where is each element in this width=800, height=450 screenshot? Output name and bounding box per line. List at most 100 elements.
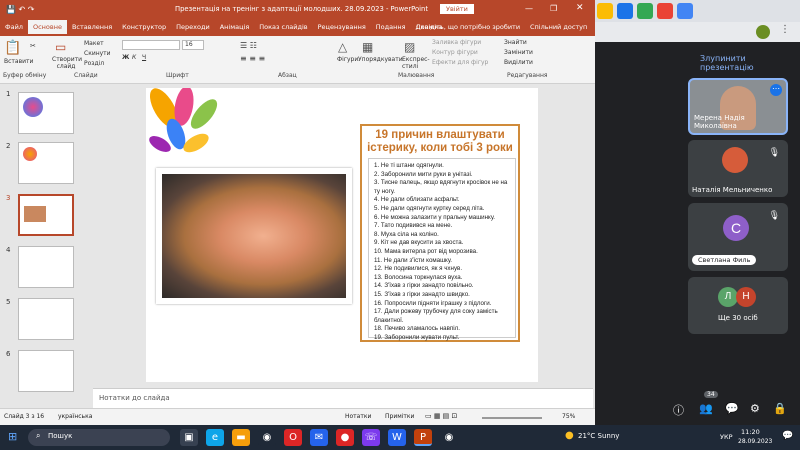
replace-button[interactable]: Замінити bbox=[504, 49, 533, 56]
bold-button[interactable]: Ж bbox=[122, 54, 129, 61]
powerpoint-icon[interactable]: P bbox=[414, 429, 432, 446]
tab-slideshow[interactable]: Показ слайдів bbox=[254, 20, 312, 34]
slide-thumbnail[interactable] bbox=[18, 246, 74, 288]
lock-icon[interactable]: 🔒 bbox=[773, 402, 787, 415]
slide-thumbnail[interactable] bbox=[18, 92, 74, 134]
edge-icon[interactable]: e bbox=[206, 429, 224, 446]
people-icon[interactable]: 👥 bbox=[699, 402, 713, 415]
reasons-textbox[interactable]: 19 причин влаштувати істерику, коли тобі… bbox=[360, 124, 520, 342]
keyboard-language[interactable]: УКР bbox=[720, 433, 733, 441]
tab-favicon-icon[interactable] bbox=[597, 3, 613, 19]
more-options-icon[interactable]: ⋯ bbox=[770, 84, 782, 96]
find-button[interactable]: Знайти bbox=[504, 39, 527, 46]
browser-toolbar: ⋮ bbox=[595, 22, 800, 42]
slide-thumbnail[interactable] bbox=[18, 298, 74, 340]
mail-icon[interactable]: ✉ bbox=[310, 429, 328, 446]
tab-home[interactable]: Основне bbox=[27, 20, 67, 34]
clock-time[interactable]: 11:20 bbox=[741, 428, 760, 436]
chrome-icon[interactable]: ◉ bbox=[440, 429, 458, 446]
word-icon[interactable]: W bbox=[388, 429, 406, 446]
slide-thumbnail[interactable] bbox=[18, 350, 74, 392]
arrange-button[interactable]: Упорядкувати bbox=[358, 56, 403, 63]
tab-design[interactable]: Конструктор bbox=[117, 20, 171, 34]
more-participants-tile[interactable]: Л Н Ще 30 осіб bbox=[688, 277, 788, 334]
clock-date[interactable]: 28.09.2023 bbox=[738, 438, 772, 445]
new-slide-button[interactable]: Створити слайд bbox=[52, 56, 82, 70]
viber-icon[interactable]: ☏ bbox=[362, 429, 380, 446]
tab-favicon-icon[interactable] bbox=[657, 3, 673, 19]
weather-text[interactable]: 21°C Sunny bbox=[578, 432, 619, 440]
minimize-icon[interactable]: — bbox=[525, 4, 533, 13]
zoom-slider[interactable] bbox=[482, 417, 542, 419]
language-indicator[interactable]: українська bbox=[58, 413, 92, 420]
participant-tile-3[interactable]: С 🎙 Светлана Филь bbox=[688, 203, 788, 271]
tab-file[interactable]: Файл bbox=[0, 20, 28, 34]
tab-favicon-icon[interactable] bbox=[637, 3, 653, 19]
shape-outline-button[interactable]: Контур фігури bbox=[432, 49, 478, 56]
underline-button[interactable]: Ч bbox=[142, 54, 146, 61]
mic-off-icon: 🎙 bbox=[768, 211, 780, 221]
shapes-icon[interactable]: △ bbox=[338, 40, 347, 54]
notes-pane[interactable]: Нотатки до слайда bbox=[93, 388, 593, 408]
shape-fill-button[interactable]: Заливка фігури bbox=[432, 39, 481, 46]
participant-tile-2[interactable]: 🎙 Наталія Мельниченко bbox=[688, 140, 788, 197]
close-icon[interactable]: ✕ bbox=[576, 3, 584, 13]
font-size-input[interactable]: 16 bbox=[182, 40, 204, 50]
quick-styles-button[interactable]: Експрес-стилі bbox=[402, 56, 432, 70]
reset-button[interactable]: Скинути bbox=[84, 50, 111, 57]
notifications-icon[interactable]: 💬 bbox=[782, 431, 793, 441]
quick-styles-icon[interactable]: ▨ bbox=[404, 40, 415, 54]
explorer-icon[interactable]: ▬ bbox=[232, 429, 250, 446]
tab-review[interactable]: Рецензування bbox=[313, 20, 371, 34]
tell-me-input[interactable]: Скажіть, що потрібно зробити bbox=[416, 23, 520, 31]
section-button[interactable]: Розділ bbox=[84, 60, 104, 67]
maximize-icon[interactable]: ❐ bbox=[550, 4, 557, 13]
share-button[interactable]: Спільний доступ bbox=[530, 23, 587, 31]
signin-button[interactable]: Увійти bbox=[440, 4, 474, 14]
opera-icon[interactable]: O bbox=[284, 429, 302, 446]
stop-presenting-link[interactable]: Злупинити презентацію bbox=[700, 54, 800, 72]
participant-tile-1[interactable]: ⋯ Мерена Надія Миколаївна bbox=[688, 78, 788, 135]
tab-animations[interactable]: Анімація bbox=[215, 20, 255, 34]
shapes-button[interactable]: Фігури bbox=[337, 56, 358, 63]
arrange-icon[interactable]: ▦ bbox=[362, 40, 373, 54]
notes-button[interactable]: Нотатки bbox=[345, 413, 371, 420]
crying-child-photo[interactable] bbox=[156, 168, 352, 304]
search-box[interactable]: ⌕ Пошук bbox=[28, 429, 170, 446]
app-icon[interactable]: ● bbox=[336, 429, 354, 446]
menu-kebab-icon[interactable]: ⋮ bbox=[780, 24, 790, 35]
paste-button[interactable]: Вставити bbox=[4, 58, 33, 65]
taskview-icon[interactable]: ▣ bbox=[180, 429, 198, 446]
italic-button[interactable]: К bbox=[132, 54, 136, 61]
view-normal-icon[interactable]: ▭ ▦ ▤ ⊡ bbox=[425, 412, 457, 420]
start-icon[interactable]: ⊞ bbox=[8, 430, 17, 443]
profile-avatar[interactable] bbox=[756, 25, 770, 39]
cut-icon[interactable]: ✂ bbox=[30, 42, 36, 50]
info-icon[interactable]: ⓘ bbox=[673, 402, 684, 418]
zoom-level[interactable]: 75% bbox=[562, 413, 575, 420]
new-slide-icon[interactable]: ▭ bbox=[55, 40, 66, 54]
layout-button[interactable]: Макет bbox=[84, 40, 104, 47]
comments-button[interactable]: Примітки bbox=[385, 413, 414, 420]
tab-favicon-icon[interactable] bbox=[677, 3, 693, 19]
slide-thumbnail-active[interactable] bbox=[18, 194, 74, 236]
font-name-input[interactable] bbox=[122, 40, 180, 50]
slide-thumbnails: 1 2 3 4 5 6 bbox=[0, 84, 93, 409]
title-bar: 💾 ↶ ↷ Презентація на тренінг з адаптації… bbox=[0, 0, 595, 20]
align-icon[interactable]: ≡ ≡ ≡ bbox=[240, 54, 265, 63]
group-label: Слайди bbox=[74, 72, 98, 79]
tab-favicon-icon[interactable] bbox=[617, 3, 633, 19]
chat-icon[interactable]: 💬 bbox=[725, 402, 739, 415]
select-button[interactable]: Виділити bbox=[504, 59, 533, 66]
tab-view[interactable]: Подання bbox=[371, 20, 411, 34]
tab-transitions[interactable]: Переходи bbox=[171, 20, 215, 34]
shape-effects-button[interactable]: Ефекти для фігур bbox=[432, 59, 488, 66]
autosave-toggle[interactable]: 💾 ↶ ↷ bbox=[6, 5, 34, 14]
tab-insert[interactable]: Вставлення bbox=[67, 20, 117, 34]
reason-item: 15. З'їхав з гірки занадто швидко. bbox=[374, 290, 470, 298]
activities-icon[interactable]: ⚙ bbox=[750, 402, 760, 415]
chrome-icon[interactable]: ◉ bbox=[258, 429, 276, 446]
slide-thumbnail[interactable] bbox=[18, 142, 74, 184]
bullets-icon[interactable]: ☰ ☷ bbox=[240, 41, 257, 50]
paste-icon[interactable]: 📋 bbox=[4, 40, 21, 56]
